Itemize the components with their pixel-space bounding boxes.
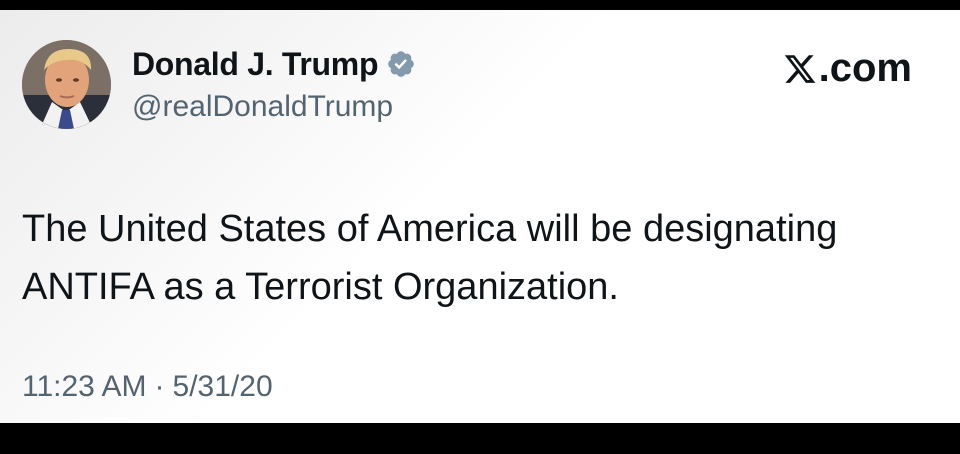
brand-label: .com	[818, 46, 912, 90]
tweet-text-line-2: ANTIFA as a Terrorist Organization.	[22, 266, 619, 308]
meta-separator: ·	[154, 370, 165, 403]
avatar[interactable]	[22, 40, 111, 129]
tweet-date: 5/31/20	[172, 370, 273, 403]
x-logo-icon	[783, 52, 817, 86]
brand-logo: .com	[783, 46, 912, 91]
tweet-time: 11:23 AM	[22, 370, 147, 403]
user-info: Donald J. Trump @realDonaldTrump	[132, 46, 416, 124]
name-row: Donald J. Trump	[132, 46, 416, 82]
tweet-card: Donald J. Trump @realDonaldTrump .com Th…	[0, 10, 960, 423]
tweet-timestamp[interactable]: 11:23 AM · 5/31/20	[22, 370, 273, 404]
avatar-image	[22, 40, 111, 129]
verified-badge-icon	[386, 49, 416, 79]
user-handle[interactable]: @realDonaldTrump	[132, 90, 416, 124]
tweet-text-line-1: The United States of America will be des…	[22, 208, 838, 250]
tweet-text: The United States of America will be des…	[22, 200, 942, 316]
display-name[interactable]: Donald J. Trump	[132, 46, 379, 83]
